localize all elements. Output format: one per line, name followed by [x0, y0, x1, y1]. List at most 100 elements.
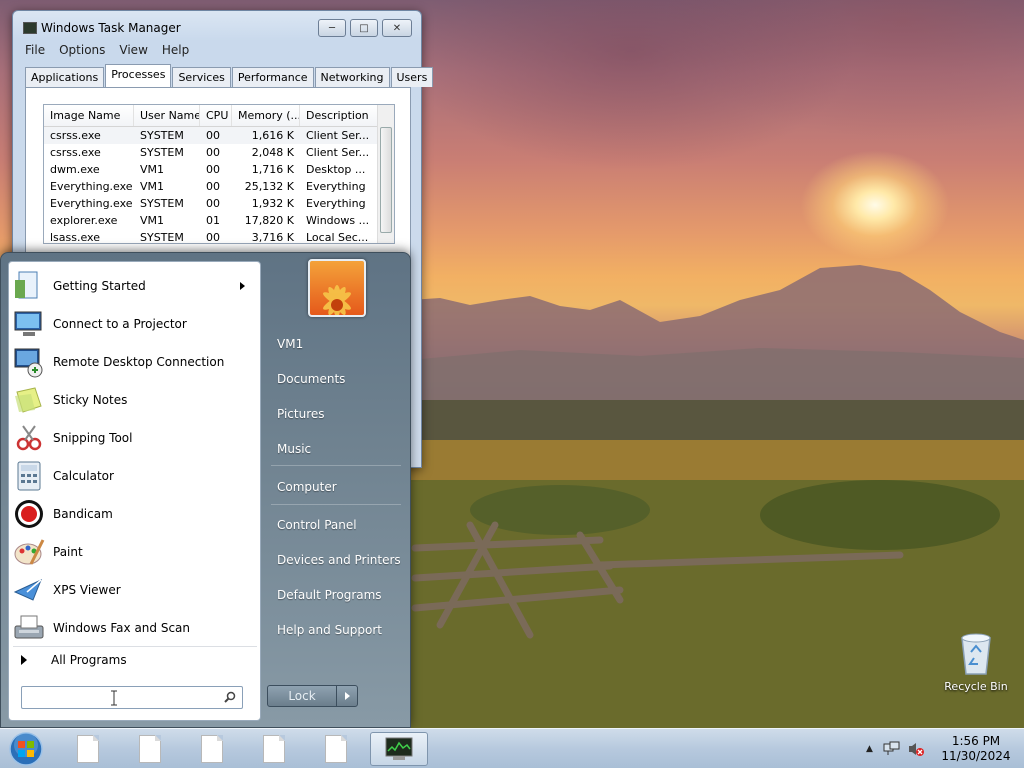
- clock[interactable]: 1:56 PM 11/30/2024: [940, 734, 1012, 764]
- maximize-icon: □: [359, 22, 369, 34]
- process-memory: 3,716 K: [251, 231, 294, 244]
- documents-link[interactable]: Documents: [277, 372, 345, 386]
- search-icon[interactable]: [224, 691, 236, 703]
- process-row[interactable]: Everything.exe VM1 00 25,132 K Everything: [44, 178, 394, 195]
- column-memory[interactable]: Memory (...: [232, 105, 300, 126]
- process-description: Windows ...: [306, 214, 370, 227]
- process-row[interactable]: csrss.exe SYSTEM 00 1,616 K Client Ser...: [44, 127, 394, 144]
- process-user: SYSTEM: [140, 146, 184, 159]
- process-description: Local Sec...: [306, 231, 369, 244]
- menu-view[interactable]: View: [119, 43, 155, 57]
- task-manager-icon: [385, 737, 413, 760]
- program-item[interactable]: Connect to a Projector: [13, 306, 257, 342]
- process-cpu: 00: [206, 129, 220, 142]
- control-panel-link[interactable]: Control Panel: [277, 518, 357, 532]
- task-manager-icon: [23, 22, 37, 34]
- process-description: Client Ser...: [306, 146, 370, 159]
- taskbar-document-1[interactable]: [59, 732, 117, 766]
- process-name: lsass.exe: [50, 231, 100, 244]
- tab-processes[interactable]: Processes: [105, 64, 172, 87]
- program-label: Connect to a Projector: [53, 317, 187, 331]
- process-row[interactable]: explorer.exe VM1 01 17,820 K Windows ...: [44, 212, 394, 229]
- process-cpu: 00: [206, 231, 220, 244]
- taskbar: ▲ 1:56 PM 11/30/2024: [0, 728, 1024, 768]
- column-image-name[interactable]: Image Name: [44, 105, 134, 126]
- vertical-scrollbar[interactable]: [377, 105, 394, 243]
- column-description[interactable]: Description: [300, 105, 378, 126]
- process-row[interactable]: dwm.exe VM1 00 1,716 K Desktop ...: [44, 161, 394, 178]
- menu-help[interactable]: Help: [162, 43, 197, 57]
- program-item[interactable]: Sticky Notes: [13, 382, 257, 418]
- menu-bar: File Options View Help: [25, 43, 203, 57]
- getting-started-icon: [13, 270, 45, 302]
- process-memory: 2,048 K: [251, 146, 294, 159]
- process-list[interactable]: Image Name User Name CPU Memory (... Des…: [43, 104, 395, 244]
- lock-button[interactable]: Lock: [267, 685, 337, 707]
- start-button[interactable]: [6, 731, 46, 767]
- close-button[interactable]: ✕: [382, 19, 412, 37]
- recycle-bin-desktop-icon[interactable]: Recycle Bin: [938, 630, 1014, 693]
- program-item[interactable]: Bandicam: [13, 496, 257, 532]
- process-memory: 1,616 K: [251, 129, 294, 142]
- shutdown-options-button[interactable]: [336, 685, 358, 707]
- tab-performance[interactable]: Performance: [231, 67, 314, 87]
- tab-users[interactable]: Users: [390, 67, 434, 87]
- program-item[interactable]: Remote Desktop Connection: [13, 344, 257, 380]
- scrollbar-thumb[interactable]: [380, 127, 392, 233]
- program-item[interactable]: XPS Viewer: [13, 572, 257, 608]
- process-row[interactable]: Everything.exe SYSTEM 00 1,932 K Everything: [44, 195, 394, 212]
- process-row[interactable]: lsass.exe SYSTEM 00 3,716 K Local Sec...: [44, 229, 394, 244]
- tab-services[interactable]: Services: [172, 67, 231, 87]
- start-menu-programs-pane: Getting Started Connect to a Projector Rem…: [8, 261, 261, 721]
- xps-viewer-icon: [13, 574, 45, 606]
- document-icon: [325, 735, 347, 763]
- tab-applications[interactable]: Applications: [25, 67, 105, 87]
- tab-networking[interactable]: Networking: [314, 67, 390, 87]
- process-description: Desktop ...: [306, 163, 366, 176]
- pictures-link[interactable]: Pictures: [277, 407, 325, 421]
- user-picture[interactable]: [308, 259, 366, 317]
- network-icon[interactable]: [883, 741, 901, 757]
- program-label: XPS Viewer: [53, 583, 121, 597]
- menu-file[interactable]: File: [25, 43, 53, 57]
- process-row[interactable]: csrss.exe SYSTEM 00 2,048 K Client Ser...: [44, 144, 394, 161]
- text-cursor-icon: [111, 690, 117, 706]
- process-rows: csrss.exe SYSTEM 00 1,616 K Client Ser... csr…: [44, 127, 394, 244]
- minimize-button[interactable]: ─: [318, 19, 346, 37]
- volume-muted-icon[interactable]: [907, 741, 925, 757]
- menu-options[interactable]: Options: [59, 43, 113, 57]
- show-hidden-icons-icon[interactable]: ▲: [866, 744, 873, 754]
- taskbar-task-manager[interactable]: [370, 732, 428, 766]
- maximize-button[interactable]: □: [350, 19, 378, 37]
- taskbar-document-3[interactable]: [183, 732, 241, 766]
- program-item[interactable]: Calculator: [13, 458, 257, 494]
- process-cpu: 00: [206, 180, 220, 193]
- column-cpu[interactable]: CPU: [200, 105, 232, 126]
- computer-link[interactable]: Computer: [277, 480, 337, 494]
- music-link[interactable]: Music: [277, 442, 311, 456]
- program-item[interactable]: Getting Started: [13, 268, 257, 304]
- process-cpu: 00: [206, 163, 220, 176]
- process-cpu: 00: [206, 146, 220, 159]
- program-item[interactable]: Windows Fax and Scan: [13, 610, 257, 646]
- process-user: SYSTEM: [140, 231, 184, 244]
- taskbar-document-2[interactable]: [121, 732, 179, 766]
- default-programs-link[interactable]: Default Programs: [277, 588, 382, 602]
- user-folder-link[interactable]: VM1: [277, 337, 303, 351]
- tab-strip: Applications Processes Services Performa…: [25, 64, 434, 87]
- system-tray: ▲: [866, 729, 925, 768]
- devices-printers-link[interactable]: Devices and Printers: [277, 553, 401, 567]
- taskbar-document-5[interactable]: [307, 732, 365, 766]
- program-item[interactable]: Paint: [13, 534, 257, 570]
- paint-icon: [13, 536, 45, 568]
- minimize-icon: ─: [328, 22, 336, 34]
- search-input[interactable]: [21, 686, 243, 709]
- taskbar-document-4[interactable]: [245, 732, 303, 766]
- all-programs-button[interactable]: All Programs: [13, 646, 257, 672]
- column-user-name[interactable]: User Name: [134, 105, 200, 126]
- remote-desktop-icon: [13, 346, 45, 378]
- program-item[interactable]: Snipping Tool: [13, 420, 257, 456]
- document-icon: [263, 735, 285, 763]
- help-support-link[interactable]: Help and Support: [277, 623, 382, 637]
- triangle-right-icon: [21, 654, 27, 665]
